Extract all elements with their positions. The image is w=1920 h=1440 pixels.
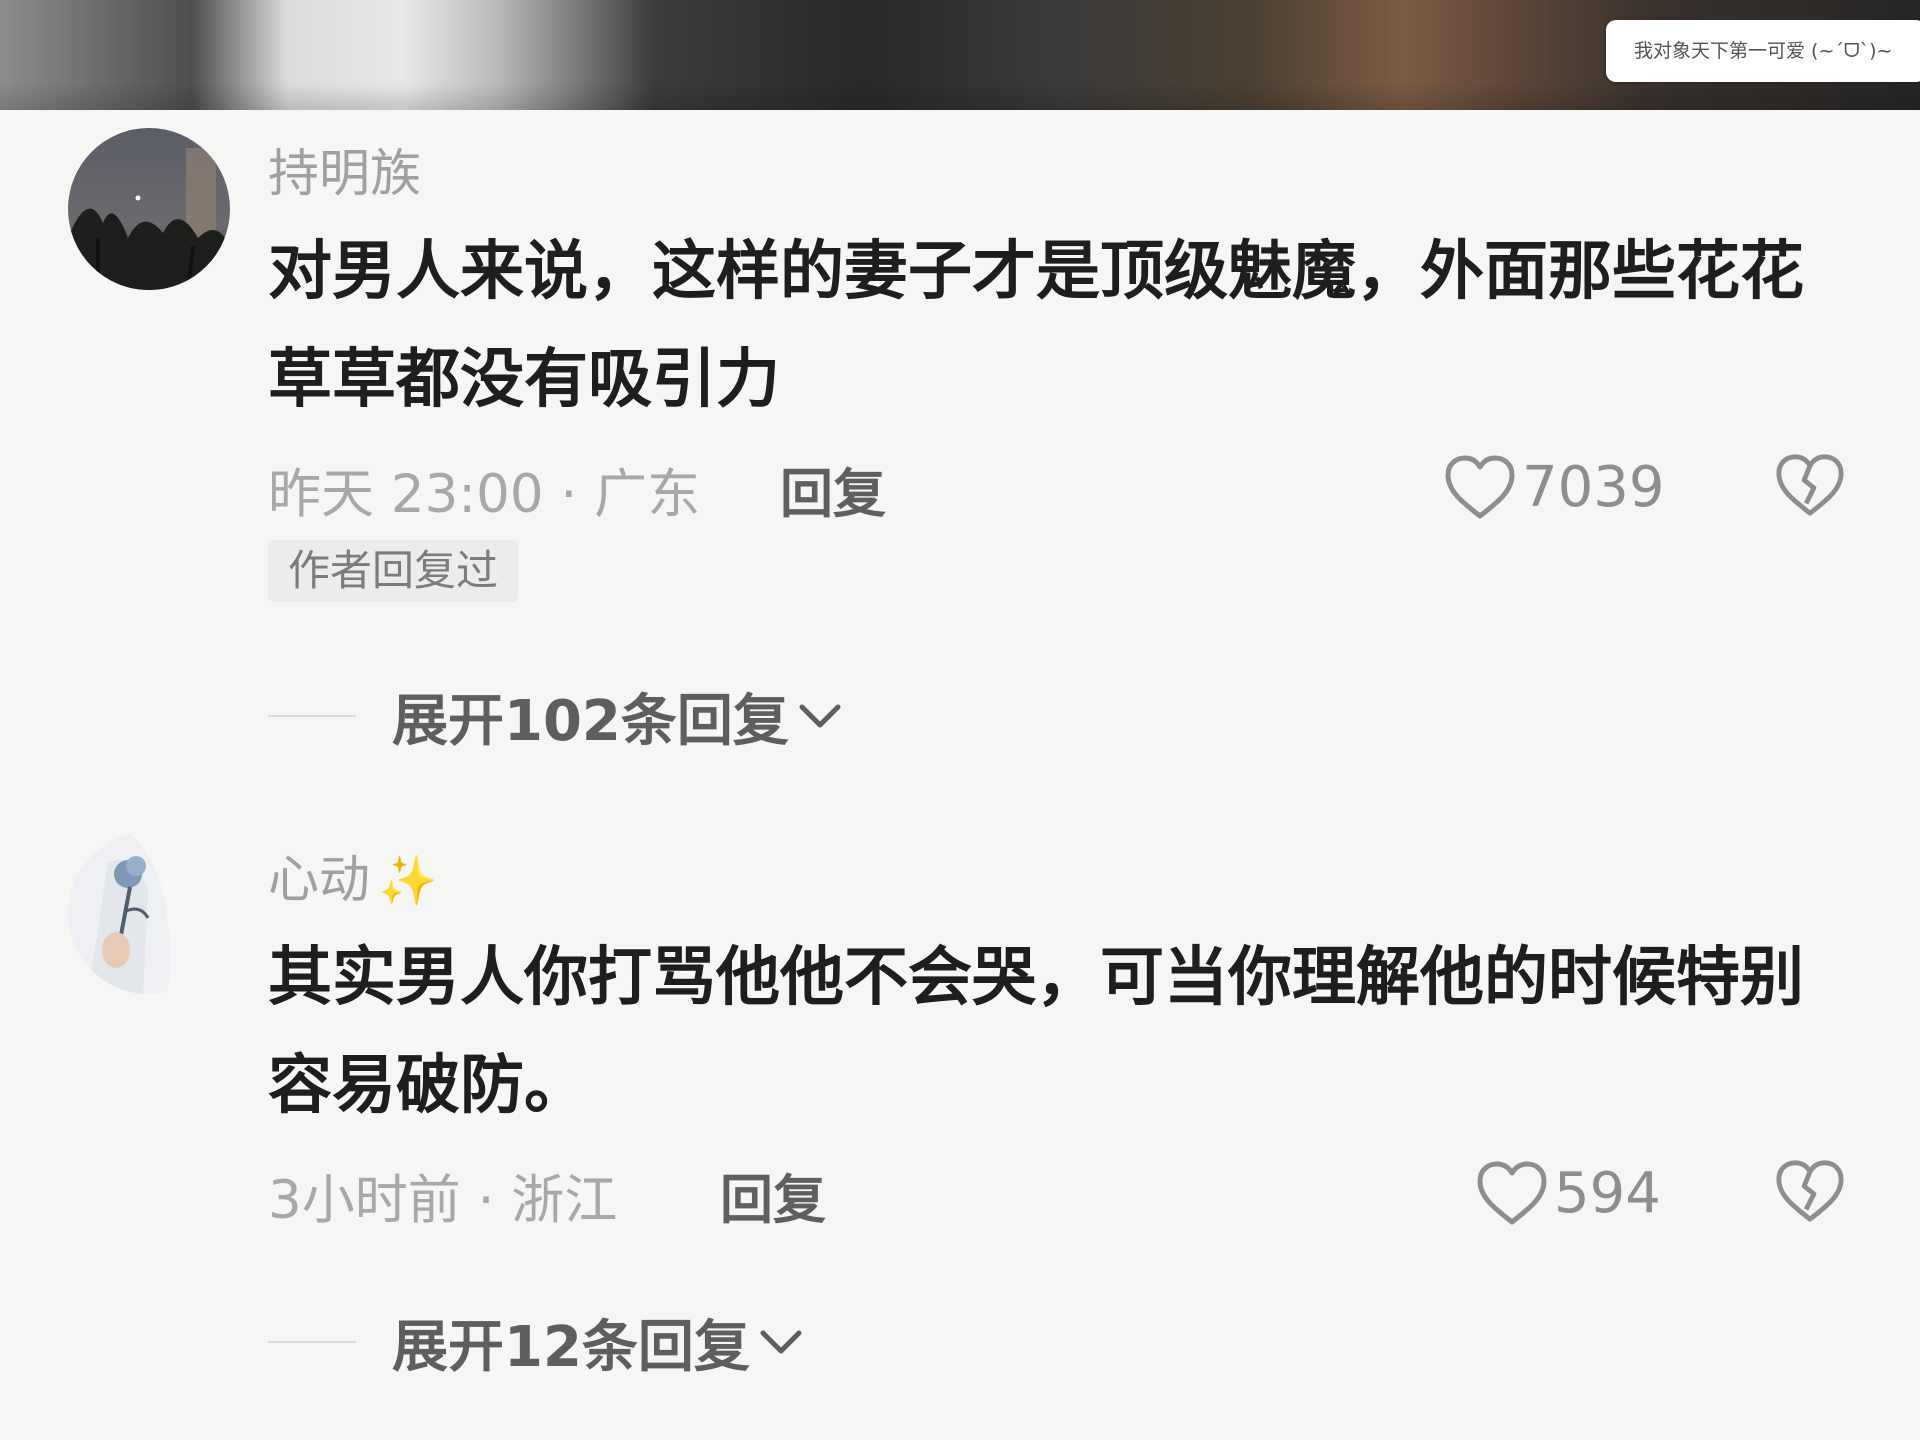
- comment-text: 对男人来说，这样的妻子才是顶级魅魔，外面那些花花草草都没有吸引力: [268, 235, 1804, 417]
- avatar[interactable]: [68, 832, 230, 994]
- dislike-button[interactable]: [1775, 1158, 1845, 1228]
- like-count: 7039: [1522, 454, 1665, 520]
- author-replied-badge: 作者回复过: [268, 540, 519, 602]
- like-button[interactable]: 594: [1476, 1158, 1661, 1228]
- comment-time-location: 昨天 23:00 · 广东: [268, 464, 701, 525]
- username[interactable]: 心动 ✨: [268, 838, 438, 912]
- expand-replies-button[interactable]: 展开102条回复: [268, 676, 843, 756]
- avatar[interactable]: [68, 128, 230, 290]
- comment-text: 其实男人你打骂他他不会哭，可当你理解他的时候特别容易破防。: [268, 941, 1804, 1123]
- heart-outline-icon: [1477, 1161, 1547, 1225]
- divider: [268, 715, 356, 717]
- reply-button[interactable]: 回复: [780, 452, 886, 528]
- expand-replies-button[interactable]: 展开12条回复: [268, 1302, 804, 1382]
- chevron-down-icon: [760, 1330, 802, 1354]
- expand-replies-label: 展开102条回复: [392, 688, 789, 754]
- danmaku-bubble: 我对象天下第一可爱 (~ˊᗜˋ)~: [1606, 20, 1920, 82]
- chevron-down-icon: [799, 704, 841, 728]
- like-button[interactable]: 7039: [1444, 452, 1665, 522]
- like-count: 594: [1554, 1160, 1661, 1226]
- username-text: 心动: [268, 851, 371, 910]
- broken-heart-icon: [1776, 1160, 1844, 1222]
- expand-replies-label: 展开12条回复: [392, 1314, 750, 1380]
- heart-outline-icon: [1445, 455, 1515, 519]
- username[interactable]: 持明族: [268, 132, 421, 206]
- reply-button[interactable]: 回复: [720, 1158, 826, 1234]
- video-preview-strip[interactable]: 我对象天下第一可爱 (~ˊᗜˋ)~: [0, 0, 1920, 110]
- broken-heart-icon: [1776, 454, 1844, 516]
- comment-time-location: 3小时前 · 浙江: [268, 1170, 618, 1231]
- dislike-button[interactable]: [1775, 452, 1845, 522]
- divider: [268, 1341, 356, 1343]
- sparkles-icon: ✨: [378, 853, 438, 909]
